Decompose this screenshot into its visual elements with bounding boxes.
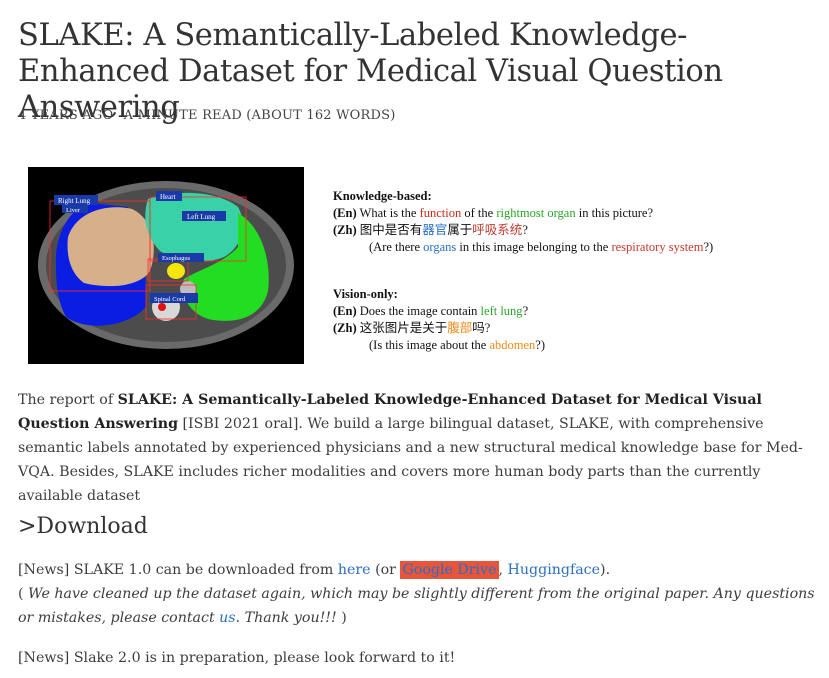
google-drive-link[interactable]: Google Drive bbox=[400, 561, 499, 579]
kb-question-zh: (Zh) 图中是否有器官属于呼吸系统? bbox=[333, 223, 528, 237]
post-date: 4 YEARS AGO bbox=[18, 108, 114, 123]
label-right-lung: Right Lung bbox=[58, 197, 91, 205]
download-heading: >Download bbox=[18, 514, 148, 539]
label-liver: Liver bbox=[66, 207, 81, 214]
label-spinal-cord: Spinal Cord bbox=[154, 296, 186, 303]
liver-region bbox=[67, 207, 154, 287]
post-meta: 4 YEARS AGO A MINUTE READ (ABOUT 162 WOR… bbox=[18, 108, 402, 123]
contact-us-link[interactable]: us bbox=[219, 610, 235, 626]
esophagus-region bbox=[167, 263, 185, 279]
ct-scan-figure: Right Lung Liver Heart Left Lung Esophag… bbox=[28, 167, 304, 364]
label-esophagus: Esophagus bbox=[162, 255, 191, 262]
news-slake-1: [News] SLAKE 1.0 can be downloaded from … bbox=[18, 561, 815, 626]
vo-question-zh-translation: (Is this image about the abdomen?) bbox=[369, 338, 546, 352]
read-time: A MINUTE READ (ABOUT 162 WORDS) bbox=[123, 108, 396, 123]
kb-question-en: (En) What is the function of the rightmo… bbox=[333, 206, 654, 220]
ct-scan-image: Right Lung Liver Heart Left Lung Esophag… bbox=[28, 167, 304, 364]
vo-question-en: (En) Does the image contain left lung? bbox=[333, 304, 529, 318]
dataset-note: We have cleaned up the dataset again, wh… bbox=[18, 586, 815, 626]
report-paragraph: The report of SLAKE: A Semantically-Labe… bbox=[18, 392, 803, 504]
vo-question-zh: (Zh) 这张图片是关于腹部吗? bbox=[333, 321, 491, 335]
knowledge-based-header: Knowledge-based: bbox=[333, 189, 432, 203]
vision-only-header: Vision-only: bbox=[333, 287, 398, 301]
label-left-lung: Left Lung bbox=[187, 213, 216, 221]
spinal-cord-region bbox=[158, 303, 166, 311]
here-link[interactable]: here bbox=[338, 562, 371, 578]
news-slake-2: [News] Slake 2.0 is in preparation, plea… bbox=[18, 650, 456, 666]
label-heart: Heart bbox=[160, 193, 176, 201]
question-examples: Knowledge-based: (En) What is the functi… bbox=[333, 188, 803, 354]
kb-question-zh-translation: (Are there organs in this image belongin… bbox=[369, 240, 714, 254]
huggingface-link[interactable]: Huggingface bbox=[508, 562, 600, 578]
